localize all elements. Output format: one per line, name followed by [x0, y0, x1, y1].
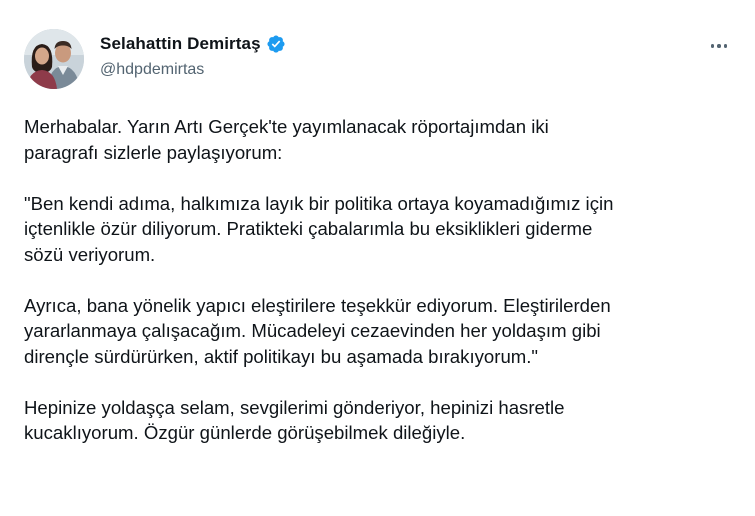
display-name[interactable]: Selahattin Demirtaş — [100, 34, 261, 54]
tweet-text: Merhabalar. Yarın Artı Gerçek'te yayımla… — [24, 114, 734, 446]
verified-badge-icon — [267, 35, 285, 53]
author-name-row: Selahattin Demirtaş — [100, 34, 286, 54]
tweet: Selahattin Demirtaş @hdpdemirtas Merhaba… — [0, 0, 755, 516]
tweet-paragraph: Ayrıca, bana yönelik yapıcı eleştirilere… — [24, 294, 611, 367]
profile-photo-icon — [24, 29, 84, 89]
tweet-paragraph: Hepinize yoldaşça selam, sevgilerimi gön… — [24, 396, 565, 444]
more-options-button[interactable] — [704, 34, 734, 58]
tweet-paragraph: Merhabalar. Yarın Artı Gerçek'te yayımla… — [24, 116, 549, 163]
more-horizontal-icon — [710, 44, 715, 48]
author-handle[interactable]: @hdpdemirtas — [100, 61, 204, 79]
avatar[interactable] — [24, 29, 84, 89]
tweet-paragraph: "Ben kendi adıma, halkımıza layık bir po… — [24, 192, 614, 265]
more-horizontal-icon-dot — [717, 44, 721, 48]
more-horizontal-icon-dot — [723, 44, 728, 48]
